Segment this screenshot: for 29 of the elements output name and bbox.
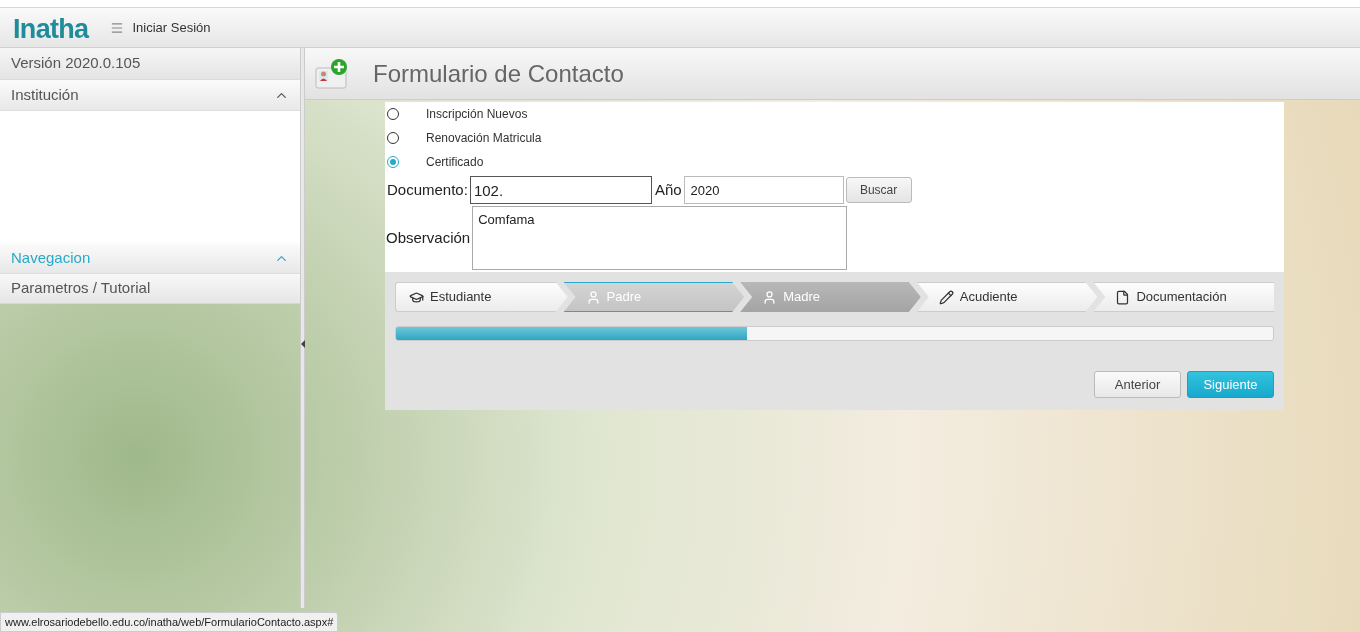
wizard-step-tab[interactable]: Documentación — [1093, 282, 1274, 312]
observacion-label: Observación — [386, 227, 471, 248]
status-bar: www.elrosariodebello.edu.co/inatha/web/FormularioContacto.aspx# — [0, 612, 339, 632]
previous-button[interactable]: Anterior — [1094, 371, 1181, 398]
sidebar-section-header[interactable]: Institución — [0, 80, 300, 111]
person-icon — [762, 289, 778, 305]
person-icon — [585, 289, 601, 305]
documento-field[interactable]: 102. — [469, 176, 652, 204]
wizard-step-tab[interactable]: Acudiente — [916, 282, 1098, 312]
page-title: Formulario de Contacto — [373, 58, 624, 89]
collapse-arrow-icon — [301, 340, 305, 348]
version-label: Versión 2020.0.105 — [0, 48, 300, 80]
pencil-icon — [938, 289, 954, 305]
anio-field[interactable]: 2020 — [683, 176, 844, 204]
logo: Inatha — [13, 12, 89, 46]
radio-option[interactable]: Certificado — [385, 150, 1284, 174]
contact-card-add-icon — [315, 57, 349, 90]
document-icon — [1115, 289, 1131, 305]
login-menu-button[interactable]: Iniciar Sesión — [110, 18, 211, 38]
radio-option[interactable]: Renovación Matricula — [385, 126, 1284, 150]
anio-label: Año — [654, 179, 682, 200]
menu-icon — [110, 20, 125, 35]
wizard-step-tab[interactable]: Estudiante — [395, 282, 568, 312]
observacion-field[interactable]: Comfama — [472, 206, 848, 270]
sidebar-item[interactable]: Parametros / Tutorial — [0, 274, 300, 304]
search-button[interactable]: Buscar — [845, 177, 912, 203]
graduation-cap-icon — [409, 289, 424, 305]
documento-label: Documento: — [387, 179, 468, 200]
radio-option[interactable]: Inscripción Nuevos — [385, 102, 1284, 126]
